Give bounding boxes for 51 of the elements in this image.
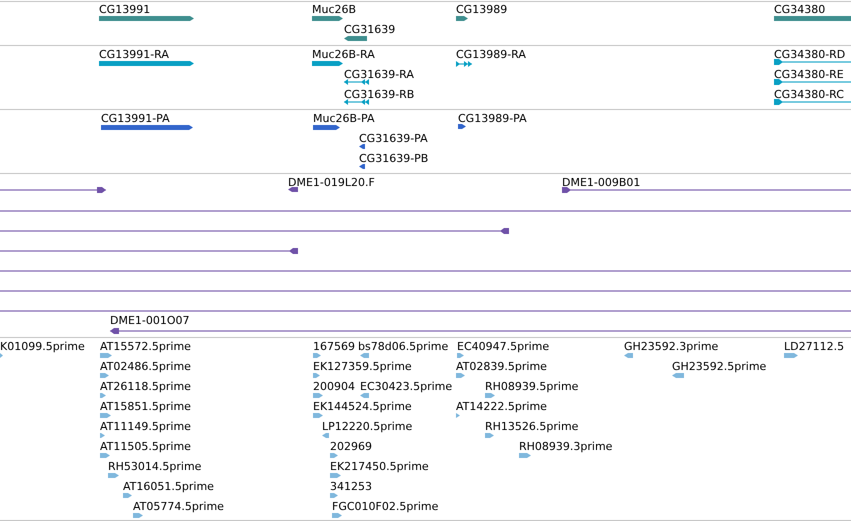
feature-label: Muc26B [312, 4, 356, 16]
feature-label: EK144524.5prime [313, 401, 412, 413]
feature-label: AT14222.5prime [456, 401, 547, 413]
feature-label: AT11505.5prime [100, 441, 191, 453]
feature-label: GH23592.3prime [624, 341, 718, 353]
feature-label: CG31639-RB [344, 89, 414, 101]
feature-label: CG13991-RA [99, 49, 169, 61]
feature-label: DME1-009B01 [562, 177, 640, 189]
feature-label: CG13989-PA [458, 113, 527, 125]
feature-label: CG13991 [99, 4, 150, 16]
feature-label: CG34380-RE [774, 69, 844, 81]
feature-label: CG31639-PA [359, 133, 428, 145]
feature-label: AT11149.5prime [100, 421, 191, 433]
feature-label: CG31639-RA [344, 69, 414, 81]
feature-label: AT02486.5prime [100, 361, 191, 373]
feature-label: EK127359.5prime [313, 361, 412, 373]
feature-label: CG34380 [774, 4, 826, 16]
feature-label: AT26118.5prime [100, 381, 191, 393]
feature-label: RH08939.3prime [519, 441, 612, 453]
feature-label: LD27112.5 [784, 341, 844, 353]
feature-label: EC40947.5prime [457, 341, 550, 353]
feature-label: AT05774.5prime [133, 501, 224, 513]
feature-label: AT02839.5prime [456, 361, 547, 373]
feature-label: 200904 [313, 381, 355, 393]
feature-label: CG13991-PA [101, 113, 170, 125]
feature-label: RH13526.5prime [485, 421, 578, 433]
feature-label: 341253 [330, 481, 372, 493]
feature-label: Muc26B-RA [312, 49, 375, 61]
feature-label: AT15572.5prime [100, 341, 191, 353]
feature-label: CG13989-RA [456, 49, 526, 61]
feature-label: EK217450.5prime [330, 461, 429, 473]
feature-label: CG13989 [456, 4, 508, 16]
feature-label: DME1-001O07 [110, 315, 190, 327]
feature-label: AT15851.5prime [100, 401, 191, 413]
feature-label: AT16051.5prime [123, 481, 214, 493]
feature-label: CG31639 [344, 24, 396, 36]
feature-label: DME1-019L20.F [288, 177, 375, 189]
feature-label: 167569 [313, 341, 355, 353]
feature-label: CG34380-RD [774, 49, 846, 61]
feature-label: GH23592.5prime [672, 361, 766, 373]
feature-label: RH53014.5prime [108, 461, 202, 473]
feature-label: Muc26B-PA [313, 113, 374, 125]
feature-label: K01099.5prime [0, 341, 85, 353]
feature-label: EC30423.5prime [360, 381, 452, 393]
feature-label: LP12220.5prime [322, 421, 412, 433]
feature-label: CG31639-PB [359, 153, 428, 165]
feature-label: RH08939.5prime [485, 381, 578, 393]
feature-label: FGC010F02.5prime [332, 501, 438, 513]
feature-label: 202969 [330, 441, 372, 453]
feature-label: CG34380-RC [774, 89, 844, 101]
feature-label: bs78d06.5prime [358, 341, 448, 353]
